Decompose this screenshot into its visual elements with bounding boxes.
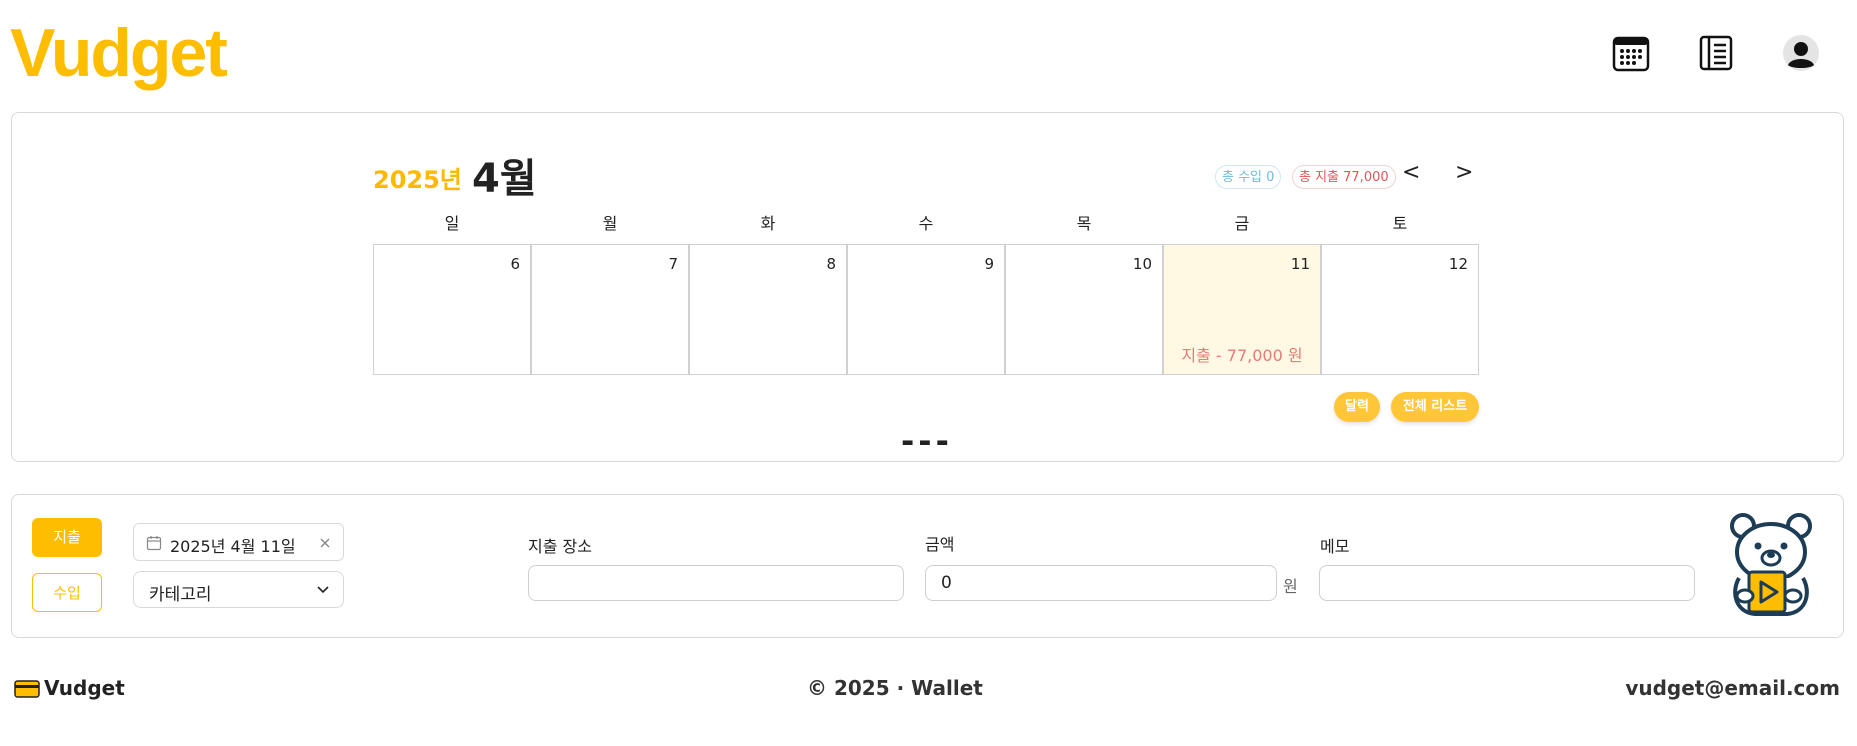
calendar-grid-icon[interactable] bbox=[1612, 34, 1650, 72]
place-label: 지출 장소 bbox=[528, 537, 592, 556]
next-week-button[interactable]: > bbox=[1455, 160, 1473, 185]
weekday-thu: 목 bbox=[1076, 214, 1092, 233]
day-cell[interactable]: 12 bbox=[1321, 244, 1479, 375]
footer-brand-name: Vudget bbox=[44, 676, 125, 700]
day-number: 12 bbox=[1448, 255, 1468, 273]
weekday-sat: 토 bbox=[1392, 214, 1408, 233]
date-picker[interactable]: 2025년 4월 11일 bbox=[133, 523, 344, 561]
day-number: 7 bbox=[668, 255, 678, 273]
day-cell[interactable]: 10 bbox=[1005, 244, 1163, 375]
amount-unit: 원 bbox=[1283, 577, 1298, 596]
total-income-badge: 총 수입 0 bbox=[1215, 165, 1282, 189]
day-cell[interactable]: 8 bbox=[689, 244, 847, 375]
income-type-button[interactable]: 수입 bbox=[32, 573, 102, 612]
weekday-mon: 월 bbox=[602, 214, 618, 233]
category-placeholder: 카테고리 bbox=[149, 585, 212, 605]
chevron-down-icon bbox=[317, 586, 329, 594]
weekday-wed: 수 bbox=[918, 214, 934, 233]
prev-week-button[interactable]: < bbox=[1402, 160, 1420, 185]
footer-copyright: © 2025 · Wallet bbox=[807, 676, 983, 700]
day-number: 11 bbox=[1290, 255, 1310, 273]
app-logo[interactable]: Vudget bbox=[10, 8, 228, 98]
user-avatar-icon[interactable] bbox=[1782, 34, 1820, 72]
calendar-view-button[interactable]: 달력 bbox=[1334, 392, 1380, 422]
full-list-button[interactable]: 전체 리스트 bbox=[1391, 392, 1479, 422]
memo-input[interactable] bbox=[1319, 565, 1695, 601]
total-expense-badge: 총 지출 77,000 bbox=[1292, 165, 1396, 189]
amount-input[interactable] bbox=[925, 565, 1277, 601]
day-cell[interactable]: 7 bbox=[531, 244, 689, 375]
place-input[interactable] bbox=[528, 565, 904, 601]
day-number: 8 bbox=[826, 255, 836, 273]
footer-brand: Vudget bbox=[14, 676, 125, 700]
day-cell-selected[interactable]: 11 지출 - 77,000 원 bbox=[1163, 244, 1321, 375]
weekday-tue: 화 bbox=[760, 214, 776, 233]
day-expense-total: 지출 - 77,000 원 bbox=[1181, 346, 1303, 365]
collapse-handle[interactable]: --- bbox=[901, 422, 953, 460]
bear-submit-icon[interactable] bbox=[1725, 512, 1817, 617]
category-select[interactable]: 카테고리 bbox=[133, 571, 344, 608]
calendar-month: 4월 bbox=[472, 156, 537, 202]
day-number: 10 bbox=[1132, 255, 1152, 273]
credit-card-icon bbox=[14, 680, 40, 698]
calendar-icon bbox=[146, 536, 162, 551]
day-cell[interactable]: 6 bbox=[373, 244, 531, 375]
day-number: 6 bbox=[510, 255, 520, 273]
calendar-year: 2025년 bbox=[373, 166, 462, 194]
date-value: 2025년 4월 11일 bbox=[170, 537, 296, 556]
amount-label: 금액 bbox=[925, 535, 955, 554]
weekday-fri: 금 bbox=[1234, 214, 1250, 233]
weekday-sun: 일 bbox=[444, 214, 460, 233]
clear-date-icon[interactable] bbox=[319, 537, 331, 549]
header: Vudget bbox=[0, 0, 1857, 110]
day-cell[interactable]: 9 bbox=[847, 244, 1005, 375]
list-icon[interactable] bbox=[1697, 34, 1735, 72]
footer-email[interactable]: vudget@email.com bbox=[1625, 676, 1840, 700]
memo-label: 메모 bbox=[1320, 537, 1350, 556]
expense-type-button[interactable]: 지출 bbox=[32, 518, 102, 557]
day-number: 9 bbox=[984, 255, 994, 273]
